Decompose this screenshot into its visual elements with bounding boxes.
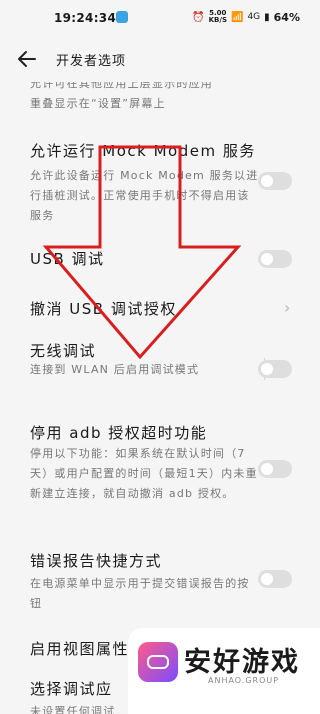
adb-timeout-toggle[interactable] [258,460,292,478]
item-subtitle: 连接到 WLAN 后启用调试模式 [30,363,200,376]
net-speed: 5.00 KB/S [209,10,227,24]
list-item-revoke-usb[interactable]: 撤消 USB 调试授权 › [0,290,320,334]
status-bar: 19:24:34 ⏰ 5.00 KB/S 📶 4G ▮ 64% [0,0,320,36]
list-item-mock-modem[interactable]: 允许运行 Mock Modem 服务 允许此设备运行 Mock Modem 服务… [0,132,320,232]
item-subtitle: 允许可在其他应用上层显示的应用 重叠显示在“设置”屏幕上 [30,82,213,110]
item-title: USB 调试 [30,250,105,268]
notification-app-icon [116,11,128,23]
list-item-wireless-debug[interactable]: 无线调试 连接到 WLAN 后启用调试模式 [0,336,320,406]
item-subtitle: 允许此设备运行 Mock Modem 服务以进行插桩测试。正常使用手机时不得启用… [30,169,259,222]
wifi-icon: 📶 [230,11,244,23]
bug-report-toggle[interactable] [258,570,292,588]
signal-label: 4G [247,12,261,22]
list-item-adb-timeout[interactable]: 停用 adb 授权超时功能 停用以下功能：如果系统在默认时间（7天）或用户配置的… [0,416,320,536]
list-item-overlay[interactable]: 允许可在其他应用上层显示的应用 重叠显示在“设置”屏幕上 [0,82,320,126]
watermark-name: 安好游戏 [184,647,300,678]
item-title: 无线调试 [30,342,97,360]
app-header: 开发者选项 [0,36,320,82]
settings-list[interactable]: 允许可在其他应用上层显示的应用 重叠显示在“设置”屏幕上 允许运行 Mock M… [0,82,320,714]
item-subtitle: 在电源菜单中显示用于提交错误报告的按钮 [30,577,250,610]
chevron-right-icon: › [284,298,291,317]
watermark-url: ANHAO.GROUP [208,676,280,685]
list-item-usb-debug[interactable]: USB 调试 [0,242,320,282]
mock-modem-toggle[interactable] [258,172,292,190]
item-title: 允许运行 Mock Modem 服务 [30,142,256,160]
back-arrow-icon[interactable] [16,48,38,70]
item-title: 撤消 USB 调试授权 [30,300,177,318]
watermark: 安好游戏 ANHAO.GROUP [128,628,320,714]
item-title: 停用 adb 授权超时功能 [30,424,208,442]
gamepad-logo-icon [138,642,178,682]
item-title: 错误报告快捷方式 [30,552,163,570]
item-title: 选择调试应 [30,680,113,698]
page-title: 开发者选项 [56,54,127,69]
wireless-debug-toggle[interactable] [258,360,292,378]
list-item-bug-report[interactable]: 错误报告快捷方式 在电源菜单中显示用于提交错误报告的按钮 [0,546,320,626]
item-subtitle: 停用以下功能：如果系统在默认时间（7天）或用户配置的时间（最短1天）内未重新建立… [30,447,258,500]
battery-icon: ▮ [264,11,270,23]
alarm-icon: ⏰ [192,11,205,23]
status-icons: ⏰ 5.00 KB/S 📶 4G ▮ 64% [192,10,300,24]
status-time: 19:24:34 [54,11,117,25]
usb-debug-toggle[interactable] [258,250,292,268]
battery-percent: 64% [273,10,300,24]
net-speed-unit: KB/S [208,16,227,24]
